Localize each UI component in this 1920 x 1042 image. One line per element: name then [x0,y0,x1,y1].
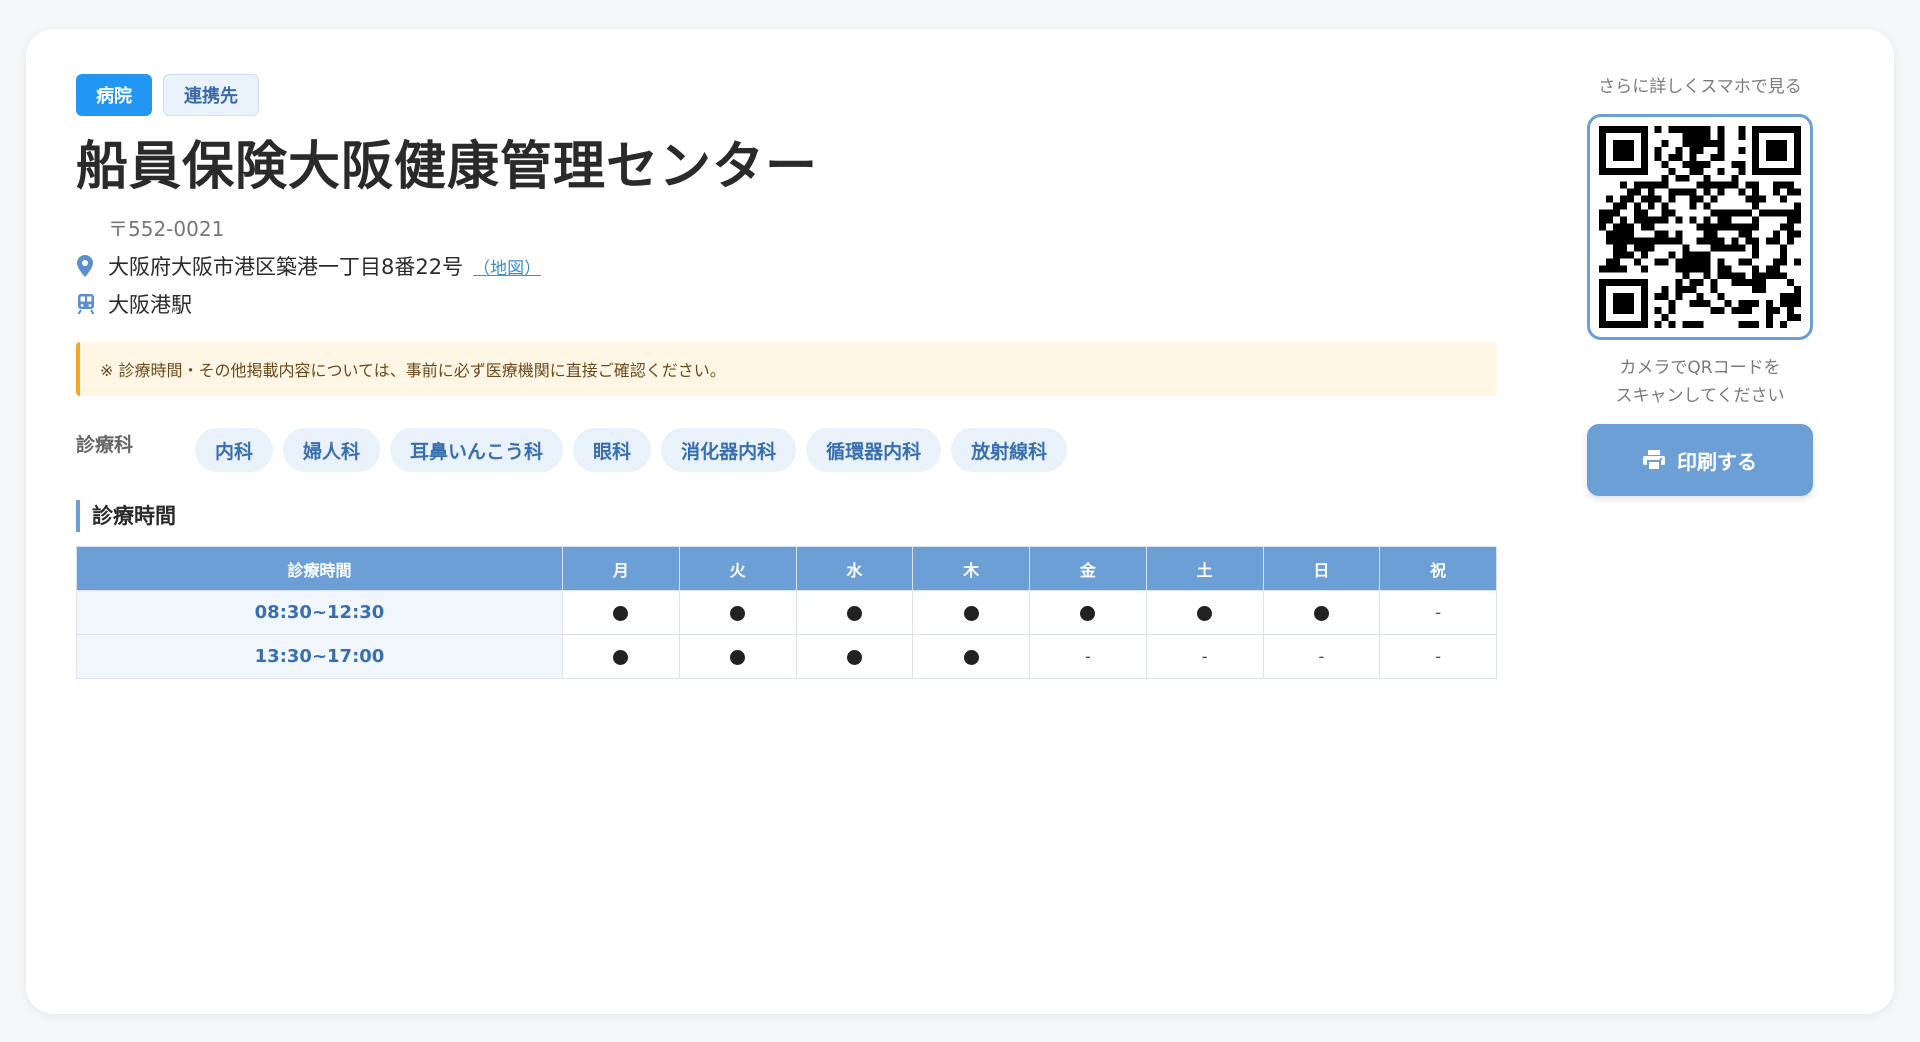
facility-title: 船員保険大阪健康管理センター [76,137,819,197]
closed-dash: - [1318,647,1325,666]
open-dot-icon: ● [846,649,862,665]
hours-header-row: 診療時間 月 火 水 木 金 土 日 祝 [76,546,1497,591]
hours-day-cell: ● [562,590,680,635]
open-dot-icon: ● [963,605,979,621]
hours-day-cell: ● [795,634,914,679]
notice-banner: ※ 診療時間・その他掲載内容については、事前に必ず医療機関に直接ご確認ください。 [76,342,1497,396]
open-dot-icon: ● [846,605,862,621]
hours-day-cell: ● [678,634,797,679]
hours-day-cell: ● [562,634,680,679]
tag-partner: 連携先 [163,74,259,116]
column-header: 火 [678,546,797,591]
train-icon [76,293,108,315]
column-header: 金 [1029,546,1147,591]
station-row: 大阪港駅 [76,290,1497,318]
column-header: 祝 [1379,546,1497,591]
open-dot-icon: ● [730,649,746,665]
hours-day-cell: ● [912,590,1030,635]
hours-day-cell: - [1262,634,1381,679]
hours-day-cell: ● [678,590,797,635]
tag-hospital: 病院 [76,74,152,116]
open-dot-icon: ● [613,649,629,665]
hours-day-cell: ● [912,634,1030,679]
qr-panel: さらに詳しくスマホで見る カメラでQRコードを スキャンしてください 印刷する [1580,74,1820,496]
closed-dash: - [1201,647,1208,666]
hours-day-cell: - [1029,634,1147,679]
facility-main: 病院 連携先 船員保険大阪健康管理センター 〒552-0021 大阪府大阪市港区… [76,74,1497,679]
hours-heading: 診療時間 [76,500,1497,532]
column-header: 月 [562,546,680,591]
department-chip: 眼科 [573,428,652,472]
department-chip: 放射線科 [951,428,1068,472]
column-header: 水 [795,546,914,591]
postal-code: 〒552-0021 [108,217,225,241]
column-header: 診療時間 [76,546,563,591]
qr-code-icon [1599,126,1801,328]
tag-list: 病院 連携先 [76,74,1497,116]
department-chip: 循環器内科 [806,428,942,472]
column-header: 土 [1145,546,1264,591]
print-button-label: 印刷する [1677,449,1757,474]
department-chip: 婦人科 [283,428,381,472]
qr-caption-line-2: スキャンしてください [1615,386,1785,406]
departments-row: 診療科 内科 婦人科 耳鼻いんこう科 眼科 消化器内科 循環器内科 放射線科 [76,428,1497,472]
qr-caption-line-1: カメラでQRコードを [1619,358,1781,378]
column-header: 木 [912,546,1030,591]
hours-table: 診療時間 月 火 水 木 金 土 日 祝 08:30~12:30 ● ● ● ● ● ● ● -… [76,546,1497,679]
map-link[interactable]: （地図） [473,254,541,279]
open-dot-icon: ● [730,605,746,621]
hours-time-cell: 13:30~17:00 [76,634,563,679]
open-dot-icon: ● [1080,605,1096,621]
hours-day-cell: - [1145,634,1264,679]
qr-caption-bottom: カメラでQRコードを スキャンしてください [1580,354,1820,410]
department-chip: 消化器内科 [661,428,797,472]
qr-caption-top: さらに詳しくスマホで見る [1598,77,1802,97]
closed-dash: - [1435,603,1442,622]
qr-code [1587,114,1813,340]
address-text: 大阪府大阪市港区築港一丁目8番22号 [108,255,464,279]
hours-day-cell: - [1379,634,1497,679]
department-chips: 内科 婦人科 耳鼻いんこう科 眼科 消化器内科 循環器内科 放射線科 [195,428,1068,472]
open-dot-icon: ● [1197,605,1213,621]
hours-row: 13:30~17:00 ● ● ● ● - - - - [76,634,1497,679]
hours-day-cell: ● [795,590,914,635]
closed-dash: - [1084,647,1091,666]
column-header: 日 [1262,546,1381,591]
hours-day-cell: ● [1262,590,1381,635]
hours-body: 08:30~12:30 ● ● ● ● ● ● ● - 13:30~17:00 ● ● ● ● - - - - [76,590,1497,679]
print-button[interactable]: 印刷する [1587,424,1813,496]
hours-row: 08:30~12:30 ● ● ● ● ● ● ● - [76,590,1497,635]
departments-label: 診療科 [76,434,134,456]
address-row: 大阪府大阪市港区築港一丁目8番22号 （地図） [76,252,1497,280]
station-text: 大阪港駅 [108,293,192,317]
department-chip: 耳鼻いんこう科 [390,428,564,472]
hours-day-cell: - [1379,590,1497,635]
department-chip: 内科 [195,428,274,472]
open-dot-icon: ● [963,649,979,665]
hours-day-cell: ● [1029,590,1147,635]
location-pin-icon [76,255,108,277]
open-dot-icon: ● [613,605,629,621]
hours-time-cell: 08:30~12:30 [76,590,563,635]
closed-dash: - [1435,647,1442,666]
hours-day-cell: ● [1145,590,1264,635]
printer-icon [1643,450,1665,470]
open-dot-icon: ● [1313,605,1329,621]
